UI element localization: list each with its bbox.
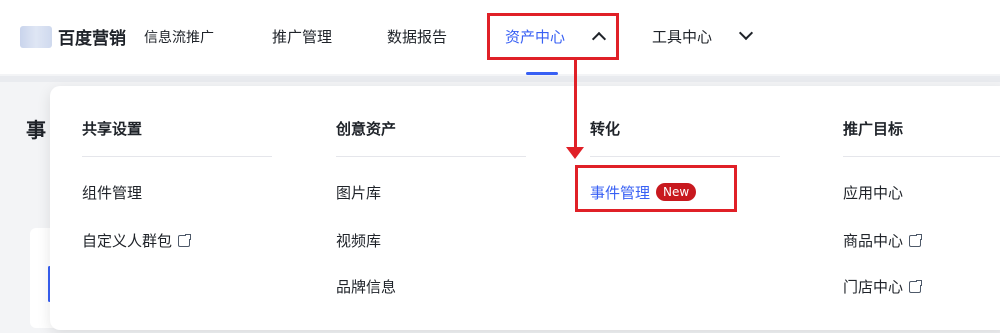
external-link-icon bbox=[178, 233, 193, 247]
external-link-icon bbox=[909, 233, 924, 247]
annotation-arrow-line bbox=[574, 60, 577, 150]
menu-item-custom-audience-label: 自定义人群包 bbox=[82, 232, 173, 250]
page-title: 事 bbox=[26, 118, 46, 142]
external-link-icon bbox=[909, 279, 924, 293]
active-tab-indicator bbox=[526, 72, 558, 75]
menu-item-video-library[interactable]: 视频库 bbox=[336, 230, 381, 251]
annotation-arrow-head-icon bbox=[566, 147, 584, 159]
column-title-shared-settings: 共享设置 bbox=[82, 120, 143, 138]
column-divider bbox=[590, 156, 780, 157]
header-divider bbox=[0, 76, 1000, 82]
menu-item-brand-info[interactable]: 品牌信息 bbox=[336, 276, 396, 297]
menu-item-product-center[interactable]: 商品中心 bbox=[843, 230, 924, 251]
chevron-down-icon[interactable] bbox=[738, 25, 754, 41]
nav-item-reports[interactable]: 数据报告 bbox=[387, 26, 447, 47]
column-divider bbox=[843, 156, 1000, 157]
brand-name: 百度营销 bbox=[58, 29, 126, 49]
column-divider bbox=[82, 156, 272, 157]
column-divider bbox=[336, 156, 526, 157]
nav-item-promotion[interactable]: 推广管理 bbox=[272, 26, 332, 47]
annotation-box-nav bbox=[487, 13, 619, 60]
annotation-box-event-management bbox=[575, 165, 737, 212]
menu-item-component-management[interactable]: 组件管理 bbox=[82, 182, 142, 203]
column-title-creative-assets: 创意资产 bbox=[336, 120, 397, 138]
menu-item-store-center-label: 门店中心 bbox=[843, 278, 904, 296]
nav-item-tool-center[interactable]: 工具中心 bbox=[652, 26, 712, 47]
menu-item-image-library[interactable]: 图片库 bbox=[336, 182, 381, 203]
menu-item-app-center[interactable]: 应用中心 bbox=[843, 182, 903, 203]
menu-item-product-center-label: 商品中心 bbox=[843, 232, 904, 250]
column-title-promotion-goals: 推广目标 bbox=[843, 120, 904, 138]
menu-item-custom-audience[interactable]: 自定义人群包 bbox=[82, 230, 193, 251]
product-name: 信息流推广 bbox=[144, 30, 214, 46]
menu-item-store-center[interactable]: 门店中心 bbox=[843, 276, 924, 297]
brand-logo-icon bbox=[20, 26, 52, 48]
column-title-conversion: 转化 bbox=[590, 120, 621, 138]
